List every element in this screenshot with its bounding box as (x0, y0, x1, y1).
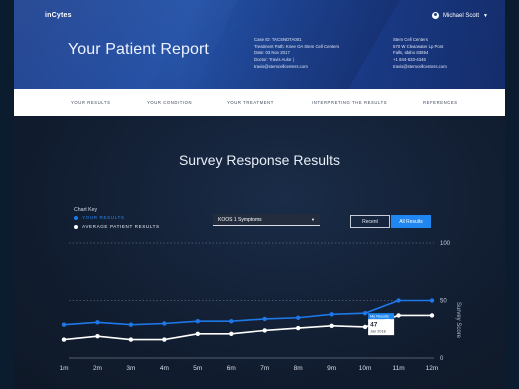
your-results-point[interactable] (295, 315, 301, 320)
nav-item-your-results[interactable]: YOUR RESULTS (71, 100, 110, 105)
average-results-point[interactable] (195, 331, 201, 337)
nav-item-interpreting-results[interactable]: INTERPRETING THE RESULTS (312, 100, 387, 105)
average-results-point[interactable] (329, 323, 334, 328)
tooltip-title: My Results (370, 315, 389, 319)
nav-item-your-treatment[interactable]: YOUR TREATMENT (227, 100, 274, 105)
your-results-point[interactable] (329, 312, 334, 317)
case-info: Case ID: TACSNDTA001 Treatment Path: Kne… (254, 37, 339, 71)
case-info-line: Doctor: Travis Aulor | (254, 57, 294, 63)
your-results-point[interactable] (429, 298, 435, 303)
average-results-point[interactable] (295, 325, 301, 331)
clinic-info-line: 570 W Clearwater Lp Post (393, 43, 444, 49)
your-results-point[interactable] (396, 298, 401, 303)
your-results-point[interactable] (362, 310, 368, 316)
average-results-point[interactable] (128, 337, 134, 342)
user-menu[interactable]: Michael Scott ▼ (432, 12, 488, 19)
case-info-line: Date: 03 Nov 2017 (254, 50, 290, 56)
clinic-info-email[interactable]: travis@stemcellcenters.com (393, 64, 447, 71)
average-results-point[interactable] (429, 313, 435, 318)
x-tick-label: 10m (359, 365, 372, 372)
average-results-point[interactable] (61, 337, 67, 342)
x-tick-label: 9m (327, 365, 336, 372)
x-tick-label: 5m (193, 365, 202, 372)
y-tick-label: 100 (440, 241, 451, 247)
app-window: inCytes Michael Scott ▼ Your Patient Rep… (14, 0, 505, 389)
y-axis-label: Survey Score (455, 302, 461, 339)
clinic-info: Stem Cell Centers 570 W Clearwater Lp Po… (393, 37, 447, 71)
your-results-point[interactable] (229, 319, 234, 324)
tooltip-date: Jan 2018 (370, 330, 386, 334)
average-results-point[interactable] (162, 337, 167, 342)
y-tick-label: 0 (440, 356, 444, 362)
report-nav: YOUR RESULTS YOUR CONDITION YOUR TREATME… (14, 89, 505, 116)
average-results-point[interactable] (262, 328, 267, 333)
clinic-info-line: Stem Cell Centers (393, 37, 428, 42)
x-tick-label: 6m (227, 365, 236, 372)
x-tick-label: 8m (294, 365, 303, 372)
clinic-info-phone[interactable]: +1 844-633-4346 (393, 57, 447, 64)
average-results-point[interactable] (362, 324, 368, 330)
x-tick-label: 7m (260, 365, 269, 372)
your-results-point[interactable] (262, 316, 267, 322)
report-header: inCytes Michael Scott ▼ Your Patient Rep… (14, 0, 505, 89)
user-name: Michael Scott (443, 12, 480, 19)
page-title: Your Patient Report (68, 41, 209, 58)
average-results-point[interactable] (229, 331, 234, 337)
your-results-point[interactable] (195, 319, 201, 324)
x-tick-label: 1m (59, 365, 68, 372)
your-results-point[interactable] (95, 320, 100, 325)
y-tick-label: 50 (440, 299, 447, 305)
average-results-point[interactable] (396, 313, 401, 318)
average-results-point[interactable] (95, 333, 100, 339)
x-tick-label: 4m (160, 365, 169, 372)
user-circle-icon (432, 12, 439, 19)
nav-item-your-condition[interactable]: YOUR CONDITION (147, 100, 192, 105)
tooltip-value: 47 (370, 322, 378, 329)
x-tick-label: 12m (426, 365, 439, 372)
clinic-info-line: Falls, Idaho 83854 (393, 50, 429, 56)
case-info-line: Treatment Path: Knee OA Stem Cell Center… (254, 43, 340, 49)
chevron-down-icon: ▼ (483, 12, 488, 19)
case-info-line: Case ID: TACSNDTA001 (254, 37, 302, 42)
survey-line-chart: 0 50 100 1m 2m 3m 4m 5m 6m 7m 8m 9m 10m 11m 12m Survey … (59, 241, 461, 372)
your-results-point[interactable] (61, 322, 67, 327)
case-info-email[interactable]: travis@stemcellcenters.com (254, 64, 339, 71)
x-tick-label: 3m (126, 365, 135, 372)
your-results-point[interactable] (162, 321, 167, 326)
app-logo[interactable]: inCytes (45, 12, 72, 19)
your-results-point[interactable] (128, 322, 134, 327)
x-tick-label: 11m (392, 365, 404, 372)
nav-item-references[interactable]: REFERENCES (423, 100, 458, 105)
x-tick-label: 2m (93, 365, 102, 372)
